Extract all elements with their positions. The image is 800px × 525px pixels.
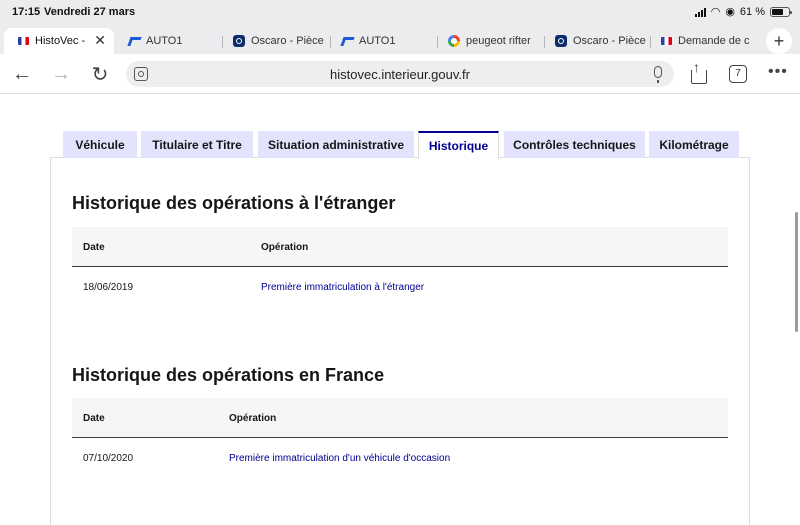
browser-tab-oscaro-2[interactable]: Oscaro - Pièce xyxy=(541,28,646,54)
tab-controles-techniques[interactable]: Contrôles techniques xyxy=(504,131,645,158)
new-tab-button[interactable]: + xyxy=(766,28,792,54)
tab-historique[interactable]: Historique xyxy=(418,131,499,159)
tab-titulaire[interactable]: Titulaire et Titre xyxy=(141,131,253,158)
tab-overview-button[interactable]: 7 xyxy=(729,65,747,83)
browser-tab-demande[interactable]: Demande de c xyxy=(647,28,751,54)
status-bar: 17:15 Vendredi 27 mars ◠ ◉ 61 % xyxy=(0,0,800,24)
tab-kilometrage[interactable]: Kilométrage xyxy=(649,131,739,158)
french-flag-icon xyxy=(661,37,672,45)
browser-tab-label: Demande de c xyxy=(678,35,750,47)
table-row: 07/10/2020 Première immatriculation d'un… xyxy=(72,438,728,478)
close-tab-icon[interactable]: ✕ xyxy=(94,32,106,49)
french-flag-icon xyxy=(18,37,29,45)
browser-tab-label: HistoVec - xyxy=(35,35,86,47)
arrow-right-icon: → xyxy=(51,62,71,85)
browser-tab-label: AUTO1 xyxy=(146,35,183,47)
section-title-france: Historique des opérations en France xyxy=(72,365,385,385)
table-header: Date Opération xyxy=(72,227,728,267)
oscaro-icon xyxy=(233,35,245,47)
address-bar[interactable]: histovec.interieur.gouv.fr xyxy=(126,61,674,87)
wifi-icon: ◠ xyxy=(710,6,721,18)
url-text[interactable]: histovec.interieur.gouv.fr xyxy=(126,67,674,82)
screen-lock-icon: ◉ xyxy=(725,6,735,18)
browser-toolbar: ← → ↻ histovec.interieur.gouv.fr 7 ••• xyxy=(0,54,800,94)
history-table-france: Date Opération 07/10/2020 Première immat… xyxy=(72,398,728,478)
share-icon[interactable] xyxy=(688,59,710,86)
browser-tab-auto1[interactable]: AUTO1 xyxy=(114,28,222,54)
reload-button[interactable]: ↻ xyxy=(88,62,112,86)
row-date: 18/06/2019 xyxy=(83,282,134,293)
browser-tab-histovec[interactable]: HistoVec - ✕ xyxy=(4,28,114,54)
report-tabs: Véhicule Titulaire et Titre Situation ad… xyxy=(50,131,750,159)
row-operation-link[interactable]: Première immatriculation à l'étranger xyxy=(261,282,424,293)
status-date: Vendredi 27 mars xyxy=(44,6,136,18)
row-date: 07/10/2020 xyxy=(83,453,134,464)
browser-tab-auto1-2[interactable]: AUTO1 xyxy=(327,28,435,54)
cellular-signal-icon xyxy=(694,7,706,17)
browser-tab-strip: HistoVec - ✕ AUTO1 Oscaro - Pièce AUTO1 … xyxy=(0,24,800,54)
table-row: 18/06/2019 Première immatriculation à l'… xyxy=(72,267,728,307)
battery-percent: 61 % xyxy=(739,5,765,18)
scrollbar[interactable] xyxy=(795,212,798,332)
back-button[interactable]: ← xyxy=(10,62,34,86)
tab-vehicule[interactable]: Véhicule xyxy=(63,131,137,158)
browser-tab-google[interactable]: peugeot rifter xyxy=(434,28,540,54)
battery-icon xyxy=(770,6,792,17)
history-table-etranger: Date Opération 18/06/2019 Première immat… xyxy=(72,227,728,307)
web-page: Véhicule Titulaire et Titre Situation ad… xyxy=(0,95,800,525)
browser-tab-label: AUTO1 xyxy=(359,35,396,47)
arrow-left-icon: ← xyxy=(12,62,32,85)
tab-situation-administrative[interactable]: Situation administrative xyxy=(258,131,414,158)
auto1-icon xyxy=(128,35,140,47)
table-header: Date Opération xyxy=(72,398,728,438)
status-indicators: ◠ ◉ 61 % xyxy=(694,5,792,18)
row-operation-link[interactable]: Première immatriculation d'un véhicule d… xyxy=(229,453,450,464)
browser-tab-oscaro[interactable]: Oscaro - Pièce xyxy=(219,28,329,54)
column-header-date: Date xyxy=(83,413,105,424)
browser-tab-label: Oscaro - Pièce xyxy=(251,35,324,47)
forward-button[interactable]: → xyxy=(49,62,73,86)
browser-tab-label: peugeot rifter xyxy=(466,35,531,47)
section-title-etranger: Historique des opérations à l'étranger xyxy=(72,193,396,213)
column-header-date: Date xyxy=(83,242,105,253)
plus-icon: + xyxy=(773,30,785,51)
browser-tab-label: Oscaro - Pièce xyxy=(573,35,646,47)
more-menu-icon[interactable]: ••• xyxy=(768,63,788,81)
reload-icon: ↻ xyxy=(91,63,109,86)
google-icon xyxy=(448,35,460,47)
column-header-operation: Opération xyxy=(229,413,277,424)
column-header-operation: Opération xyxy=(261,242,309,253)
auto1-icon xyxy=(341,35,353,47)
status-time: 17:15 xyxy=(12,6,41,18)
microphone-icon[interactable] xyxy=(654,66,662,83)
oscaro-icon xyxy=(555,35,567,47)
